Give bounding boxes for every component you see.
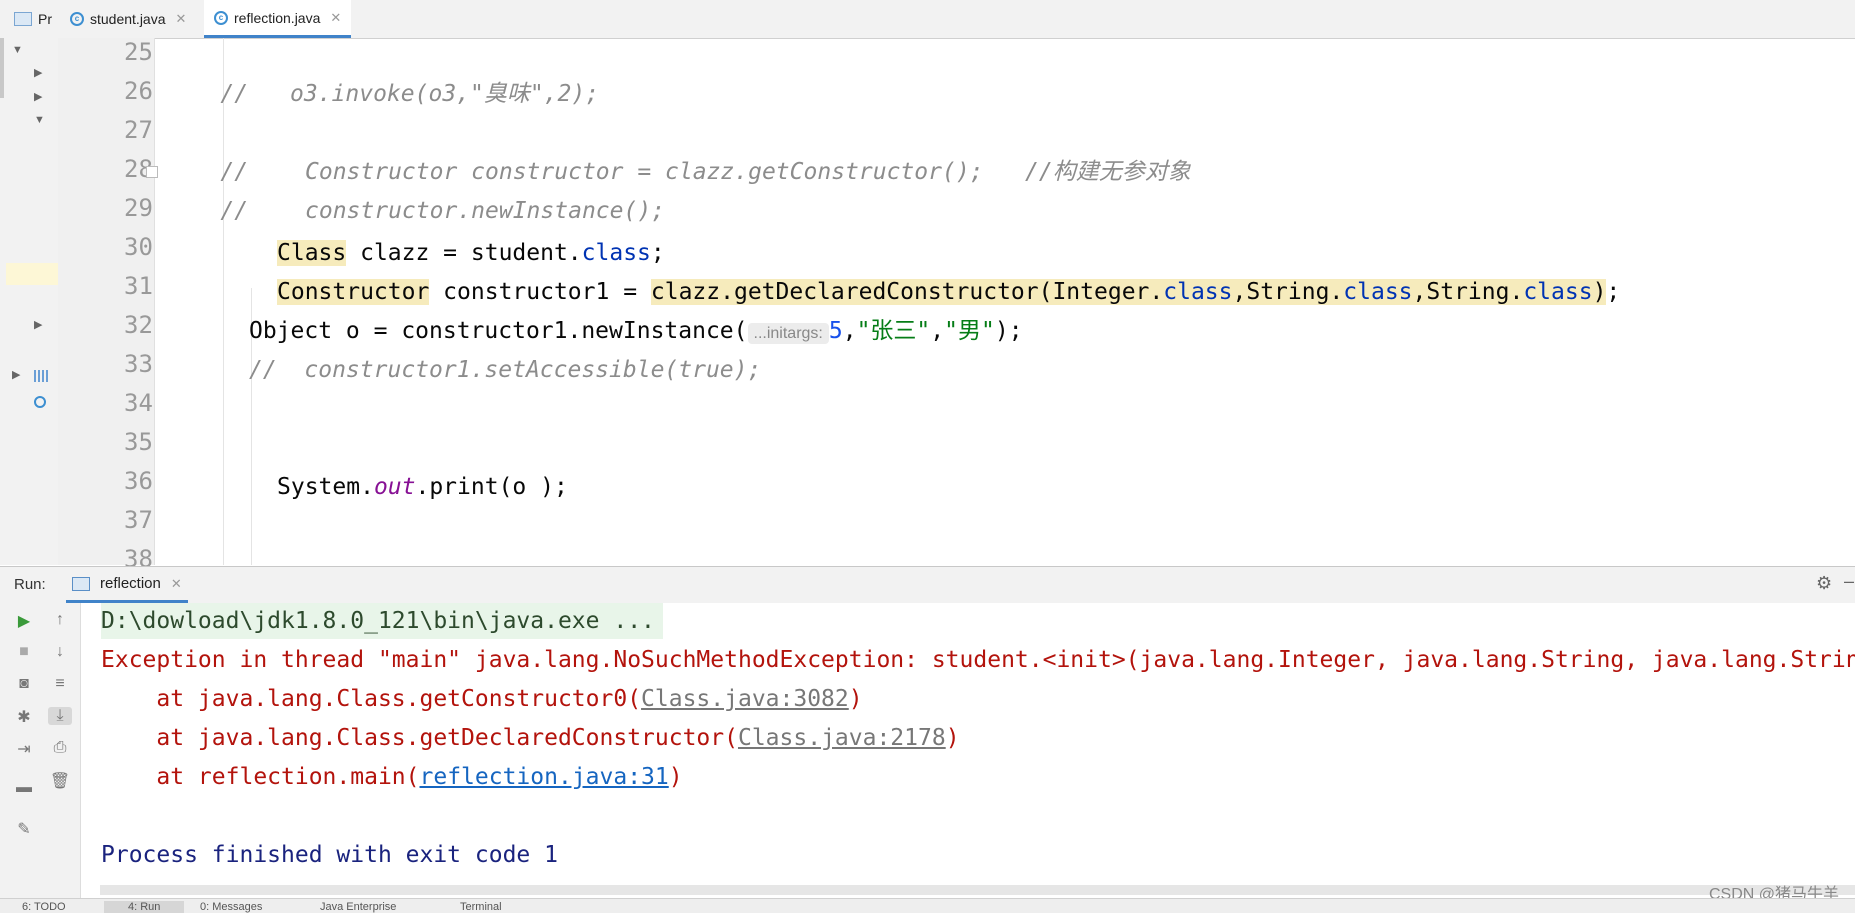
selected-tree-row[interactable] [6,263,58,285]
trash-icon[interactable]: 🗑 [48,771,72,791]
code-line-30: Class clazz = student.class; [277,240,665,266]
collapse-arrow-icon[interactable]: ▶ [34,90,42,103]
line-number: 34 [124,389,153,417]
run-toolbar: ▶ ■ ◙ ✱ ⇥ ▬ ✎ ↑ ↓ ≡ ⤓ ⎙ 🗑 [0,603,81,898]
console-exception: Exception in thread "main" java.lang.NoS… [101,647,1855,673]
parameter-hint: ...initargs: [747,323,829,344]
tab-label: student.java [90,11,166,27]
collapse-arrow-icon[interactable]: ▶ [12,368,20,381]
run-tab-label: reflection [100,575,161,592]
tab-student-java[interactable]: c student.java ✕ [70,0,186,38]
run-tab-reflection[interactable]: reflection ✕ [66,567,188,603]
tool-java-enterprise[interactable]: Java Enterprise [320,901,396,913]
up-arrow-icon[interactable]: ↑ [48,611,72,629]
close-icon[interactable]: ✕ [171,576,182,592]
tab-label: Pr [38,11,52,27]
code-line-31: Constructor constructor1 = clazz.getDecl… [277,279,1621,305]
close-icon[interactable]: ✕ [330,10,341,26]
scratches-icon [34,396,46,408]
minimize-icon[interactable]: – [1844,571,1854,592]
editor-tab-bar: Pr c student.java ✕ c reflection.java ✕ [0,0,1855,39]
line-number-gutter: 25 26 27 28 29 30 31 32 33 34 35 36 37 3… [58,38,158,573]
run-config-icon [72,576,90,591]
line-number: 36 [124,467,153,495]
close-icon[interactable]: ✕ [176,11,187,27]
console-command-line: D:\dowload\jdk1.8.0_121\bin\java.exe ... [101,603,663,639]
code-line-27: //Constructor constructor = clazz.getCon… [220,159,1191,185]
java-class-icon: c [70,12,84,26]
scroll-to-end-icon[interactable]: ⤓ [48,707,72,725]
java-class-icon: c [214,10,228,25]
code-line-36: System.out.print(o ); [277,474,568,500]
debug-icon[interactable]: ✱ [12,707,36,727]
stack-frame: at java.lang.Class.getConstructor0(Class… [101,686,863,712]
project-tree-panel: ▼ ▶ ▶ ▼ ▶ ▶ [0,38,59,565]
console-output[interactable]: D:\dowload\jdk1.8.0_121\bin\java.exe ...… [81,603,1855,898]
line-number: 37 [124,506,153,534]
print-icon[interactable]: ⎙ [48,739,72,757]
bottom-tool-bar: 6: TODO 4: Run 0: Messages Java Enterpri… [0,898,1855,913]
tree-scrollbar[interactable] [0,38,4,98]
line-number: 33 [124,350,153,378]
process-finished-text: Process finished with exit code 1 [101,842,558,868]
tool-messages[interactable]: 0: Messages [200,901,262,913]
line-number: 27 [124,116,153,144]
layout-icon[interactable]: ▬ [12,779,36,797]
expand-arrow-icon[interactable]: ▼ [12,44,23,56]
stop-icon[interactable]: ■ [12,643,36,661]
run-title: Run: [14,576,46,593]
soft-wrap-icon[interactable]: ≡ [48,675,72,693]
expand-arrow-icon[interactable]: ▼ [34,114,45,126]
collapse-arrow-icon[interactable]: ▶ [34,318,42,331]
tab-reflection-java[interactable]: c reflection.java ✕ [204,0,352,38]
tab-project[interactable]: Pr [14,0,52,38]
tool-terminal[interactable]: Terminal [460,901,502,913]
down-arrow-icon[interactable]: ↓ [48,643,72,661]
code-line-33: // constructor1.setAccessible(true); [249,357,762,383]
pin-icon[interactable]: ✎ [12,819,36,839]
tool-todo[interactable]: 6: TODO [22,901,66,913]
stack-link[interactable]: Class.java:2178 [738,725,946,751]
console-horizontal-scrollbar[interactable] [100,885,1855,895]
run-tool-window-header: Run: reflection ✕ ⚙ – [0,566,1855,604]
code-editor[interactable]: //o3.invoke(o3,"臭味",2); //Constructor co… [155,38,1855,565]
code-line-28: //constructor.newInstance(); [220,198,666,224]
camera-icon[interactable]: ◙ [12,675,36,693]
line-number: 32 [124,311,153,339]
collapse-arrow-icon[interactable]: ▶ [34,66,42,79]
gear-icon[interactable]: ⚙ [1816,573,1832,594]
rerun-icon[interactable]: ▶ [12,611,36,631]
libraries-icon [34,370,48,382]
line-number: 35 [124,428,153,456]
stack-frame: at java.lang.Class.getDeclaredConstructo… [101,725,960,751]
code-line-32: Object o = constructor1.newInstance(...i… [249,318,1023,344]
exit-icon[interactable]: ⇥ [12,739,36,759]
line-number: 25 [124,38,153,66]
stack-link[interactable]: Class.java:3082 [641,686,849,712]
line-number: 26 [124,77,153,105]
stack-frame: at reflection.main(reflection.java:31) [101,764,683,790]
stack-link[interactable]: reflection.java:31 [420,764,669,790]
tab-label: reflection.java [234,9,321,26]
line-number: 30 [124,233,153,261]
line-number: 29 [124,194,153,222]
tool-run[interactable]: 4: Run [104,901,185,913]
line-number: 31 [124,272,153,300]
project-view-icon [14,12,32,26]
code-line-25: //o3.invoke(o3,"臭味",2); [220,81,600,107]
